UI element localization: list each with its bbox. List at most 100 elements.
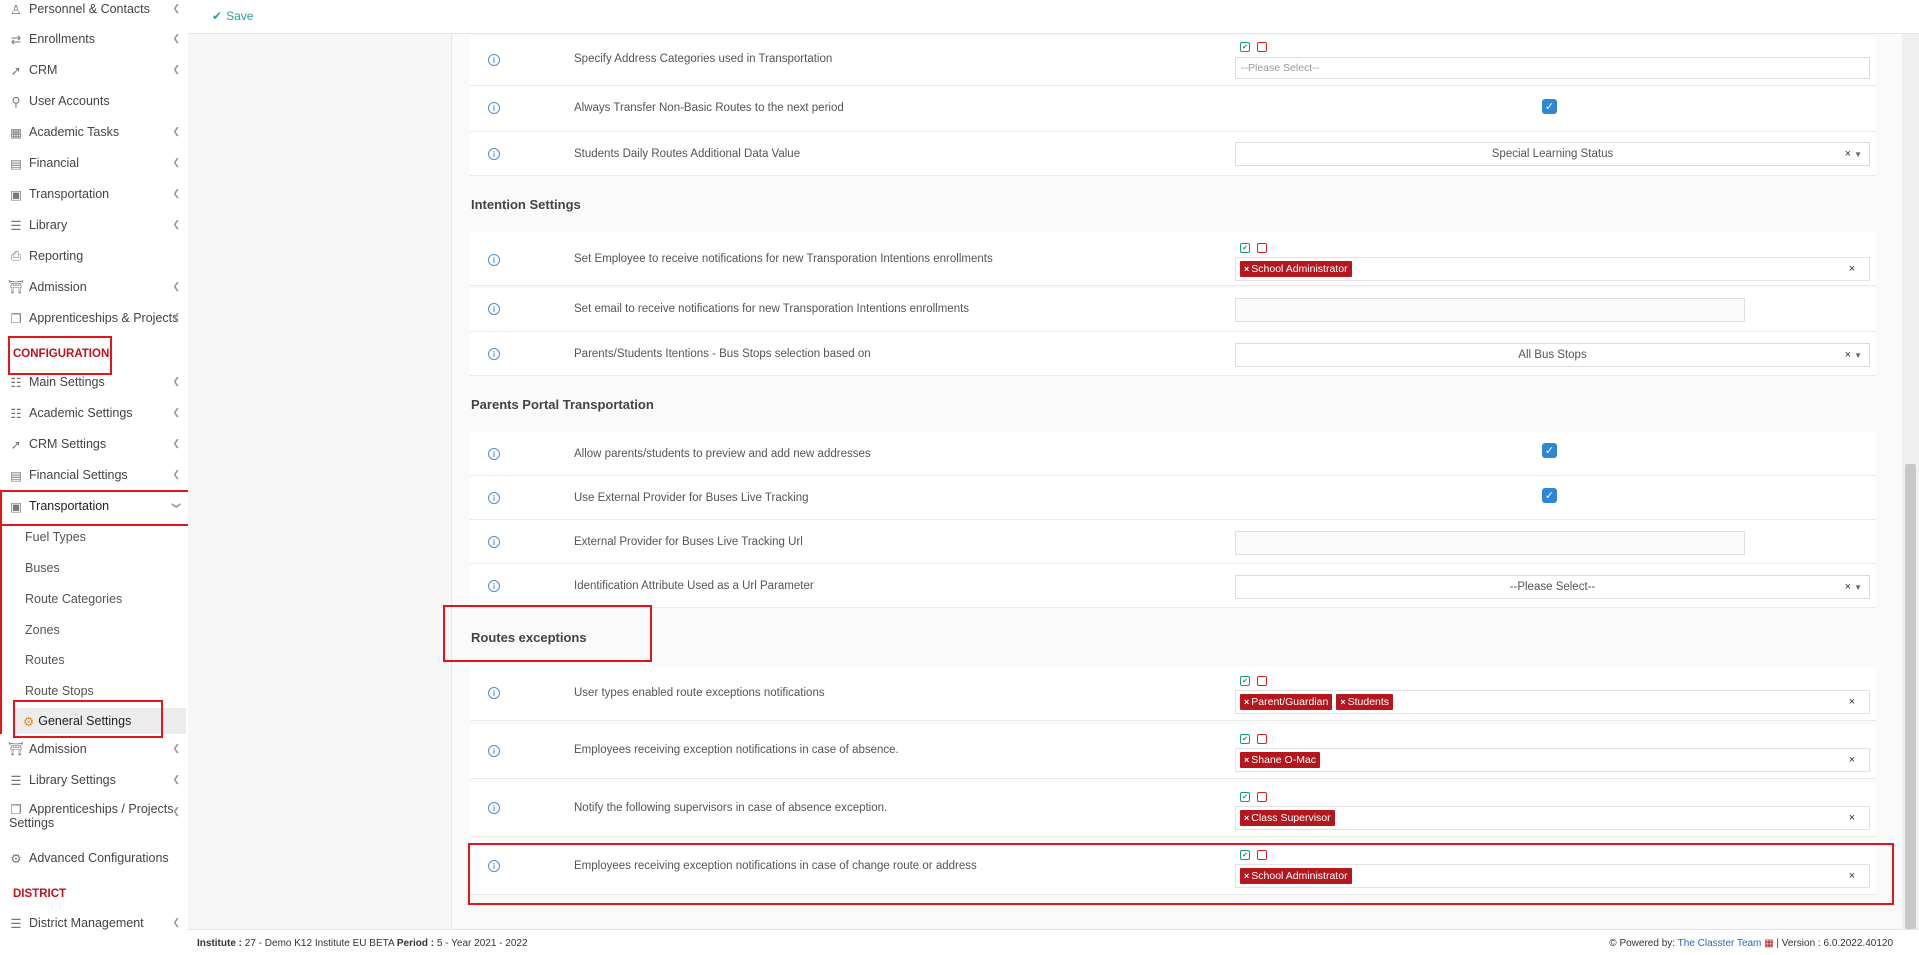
- info-icon[interactable]: i: [488, 348, 500, 360]
- period-value: 5 - Year 2021 - 2022: [436, 938, 528, 949]
- clear-icon[interactable]: ×: [1849, 870, 1855, 882]
- info-icon[interactable]: i: [488, 254, 500, 266]
- sidebar-item-academic-tasks[interactable]: ▦ Academic Tasks ❮: [0, 119, 188, 145]
- sidebar-sub-general-settings[interactable]: ⚙ General Settings: [14, 708, 186, 734]
- deselect-all-icon[interactable]: [1257, 792, 1267, 802]
- chevron-left-icon: ❮: [172, 743, 180, 753]
- sidebar-item-library[interactable]: ☰ Library ❮: [0, 212, 188, 238]
- sidebar-item-enrollments[interactable]: ⇄ Enrollments ❮: [0, 26, 188, 52]
- info-icon[interactable]: i: [488, 536, 500, 548]
- sidebar-item-financial-settings[interactable]: ▤ Financial Settings ❮: [0, 462, 188, 488]
- info-icon[interactable]: i: [488, 148, 500, 160]
- sidebar-sub-zones[interactable]: Zones: [0, 617, 188, 643]
- sidebar-item-apprenticeships-settings[interactable]: ❐ Apprenticeships / Projects Settings ❮: [0, 799, 188, 835]
- vertical-scrollbar[interactable]: [1902, 34, 1919, 929]
- sidebar-item-library-settings[interactable]: ☰ Library Settings ❮: [0, 767, 188, 793]
- intention-employee-select[interactable]: × School Administrator ×: [1235, 257, 1870, 281]
- intention-email-input[interactable]: [1235, 298, 1745, 322]
- identification-attribute-select[interactable]: --Please Select-- × ▼: [1235, 575, 1870, 599]
- tag-chip[interactable]: × Class Supervisor: [1240, 810, 1335, 826]
- deselect-all-icon[interactable]: [1257, 734, 1267, 744]
- info-icon[interactable]: i: [488, 687, 500, 699]
- deselect-all-icon[interactable]: [1257, 42, 1267, 52]
- sidebar-item-financial[interactable]: ▤ Financial ❮: [0, 150, 188, 176]
- tag-chip[interactable]: × School Administrator: [1240, 868, 1352, 884]
- sidebar-item-label: Apprenticeships / Projects Settings: [9, 802, 174, 830]
- transfer-routes-checkbox[interactable]: ✓: [1542, 99, 1557, 114]
- sidebar-item-transportation[interactable]: ▣ Transportation ❮: [0, 181, 188, 207]
- sidebar-item-admission[interactable]: ⛩ Admission ❮: [0, 274, 188, 300]
- sidebar-sub-route-stops[interactable]: Route Stops: [0, 678, 188, 704]
- address-categories-select[interactable]: --Please Select--: [1235, 57, 1870, 79]
- clear-icon[interactable]: ×: [1849, 696, 1855, 708]
- tag-chip[interactable]: × School Administrator: [1240, 261, 1352, 277]
- info-icon[interactable]: i: [488, 802, 500, 814]
- setting-row-transfer-routes: i Always Transfer Non-Basic Routes to th…: [470, 86, 1876, 132]
- sidebar-item-transportation-settings[interactable]: ▣ Transportation ❮: [0, 493, 188, 519]
- sidebar-item-admission-settings[interactable]: ⛩ Admission ❮: [0, 736, 188, 762]
- select-all-icon[interactable]: ✔: [1240, 792, 1250, 802]
- sidebar-item-district-management[interactable]: ☰ District Management ❮: [0, 910, 188, 936]
- user-types-exceptions-select[interactable]: × Parent/Guardian × Students ×: [1235, 690, 1870, 714]
- sidebar-sub-fuel-types[interactable]: Fuel Types: [0, 524, 188, 550]
- info-icon[interactable]: i: [488, 448, 500, 460]
- sidebar-item-apprenticeships[interactable]: ❐ Apprenticeships & Projects ❮: [0, 305, 188, 331]
- tracking-url-input[interactable]: [1235, 531, 1745, 555]
- remove-tag-icon[interactable]: ×: [1244, 697, 1249, 707]
- chevron-left-icon: ❮: [172, 281, 180, 291]
- clear-icon[interactable]: ×: [1849, 812, 1855, 824]
- select-all-icon[interactable]: ✔: [1240, 676, 1250, 686]
- sidebar-item-main-settings[interactable]: ☷ Main Settings ❮: [0, 369, 188, 395]
- tag-chip[interactable]: × Students: [1336, 694, 1394, 710]
- select-all-icon[interactable]: ✔: [1240, 42, 1250, 52]
- info-icon[interactable]: i: [488, 860, 500, 872]
- sidebar-item-academic-settings[interactable]: ☷ Academic Settings ❮: [0, 400, 188, 426]
- absence-supervisors-select[interactable]: × Class Supervisor ×: [1235, 806, 1870, 830]
- deselect-all-icon[interactable]: [1257, 676, 1267, 686]
- info-icon[interactable]: i: [488, 580, 500, 592]
- clear-icon[interactable]: ×: [1845, 148, 1851, 160]
- sidebar-sub-buses[interactable]: Buses: [0, 555, 188, 581]
- sidebar-item-reporting[interactable]: ⎙ Reporting: [0, 243, 188, 269]
- change-route-employees-select[interactable]: × School Administrator ×: [1235, 864, 1870, 888]
- sidebar-item-user-accounts[interactable]: ⚲ User Accounts: [0, 88, 188, 114]
- clear-icon[interactable]: ×: [1849, 754, 1855, 766]
- tag-chip[interactable]: × Parent/Guardian: [1240, 694, 1333, 710]
- tag-chip[interactable]: × Shane O-Mac: [1240, 752, 1321, 768]
- deselect-all-icon[interactable]: [1257, 850, 1267, 860]
- sidebar-item-advanced-configurations[interactable]: ⚙ Advanced Configurations: [0, 845, 188, 871]
- info-icon[interactable]: i: [488, 102, 500, 114]
- sidebar-item-crm-settings[interactable]: ➚ CRM Settings ❮: [0, 431, 188, 457]
- remove-tag-icon[interactable]: ×: [1244, 264, 1249, 274]
- info-icon[interactable]: i: [488, 745, 500, 757]
- info-icon[interactable]: i: [488, 54, 500, 66]
- sidebar-item-crm[interactable]: ➚ CRM ❮: [0, 57, 188, 83]
- remove-tag-icon[interactable]: ×: [1244, 755, 1249, 765]
- preview-addresses-checkbox[interactable]: ✓: [1542, 443, 1557, 458]
- select-all-icon[interactable]: ✔: [1240, 734, 1250, 744]
- sidebar-item-personnel[interactable]: ♙ Personnel & Contacts ❮: [0, 0, 188, 22]
- external-provider-checkbox[interactable]: ✓: [1542, 488, 1557, 503]
- remove-tag-icon[interactable]: ×: [1244, 871, 1249, 881]
- save-button[interactable]: ✔ Save: [212, 9, 253, 23]
- sidebar-item-label: Financial: [29, 156, 80, 170]
- daily-routes-data-select[interactable]: Special Learning Status × ▼: [1235, 142, 1870, 166]
- clear-icon[interactable]: ×: [1849, 263, 1855, 275]
- info-icon[interactable]: i: [488, 303, 500, 315]
- remove-tag-icon[interactable]: ×: [1340, 697, 1345, 707]
- team-link[interactable]: The Classter Team: [1678, 938, 1762, 949]
- deselect-all-icon[interactable]: [1257, 243, 1267, 253]
- remove-tag-icon[interactable]: ×: [1244, 813, 1249, 823]
- select-toggle-icons: ✔: [1240, 42, 1267, 52]
- info-icon[interactable]: i: [488, 492, 500, 504]
- select-all-icon[interactable]: ✔: [1240, 243, 1250, 253]
- clear-icon[interactable]: ×: [1845, 581, 1851, 593]
- clear-icon[interactable]: ×: [1845, 349, 1851, 361]
- select-all-icon[interactable]: ✔: [1240, 850, 1250, 860]
- absence-employees-select[interactable]: × Shane O-Mac ×: [1235, 748, 1870, 772]
- sidebar-sub-route-categories[interactable]: Route Categories: [0, 586, 188, 612]
- setting-label: Students Daily Routes Additional Data Va…: [574, 148, 801, 160]
- bus-stops-selection-select[interactable]: All Bus Stops × ▼: [1235, 343, 1870, 367]
- sidebar-sub-routes[interactable]: Routes: [0, 647, 188, 673]
- scrollbar-thumb[interactable]: [1905, 464, 1916, 929]
